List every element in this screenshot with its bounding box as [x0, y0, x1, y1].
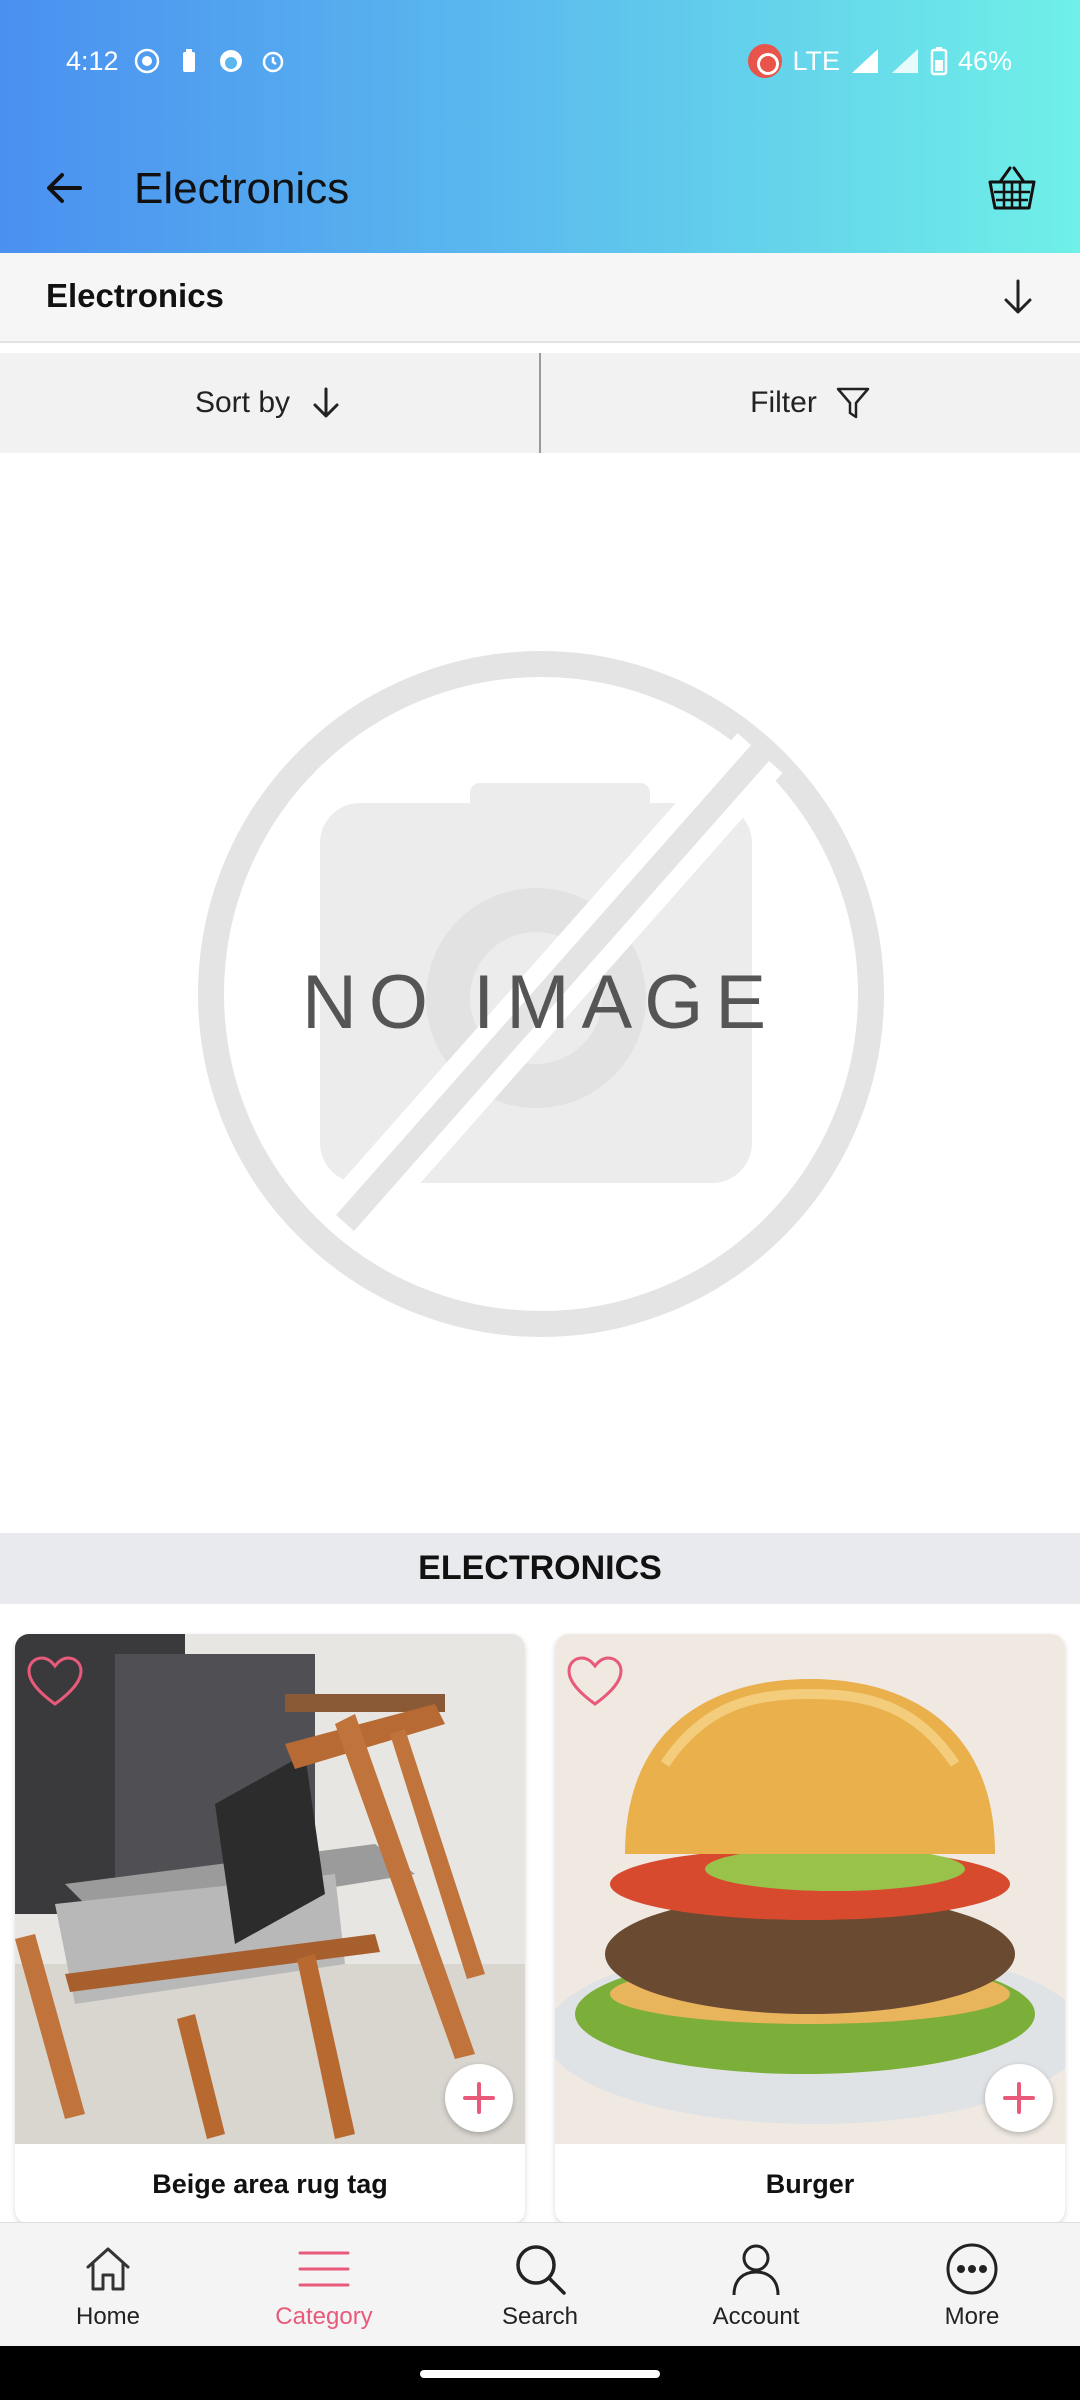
- add-to-cart-button[interactable]: [985, 2064, 1053, 2132]
- nav-item-more[interactable]: More: [864, 2223, 1080, 2346]
- category-banner: NO IMAGE: [0, 453, 1080, 1533]
- record-icon: [134, 48, 160, 74]
- nav-item-label: Home: [75, 2303, 141, 2330]
- category-dropdown[interactable]: Electronics: [0, 253, 1080, 343]
- battery-percent: 46%: [957, 45, 1012, 76]
- no-image-text: NO IMAGE: [302, 960, 778, 1045]
- filter-button[interactable]: Filter: [541, 353, 1080, 453]
- nav-item-label: Category: [275, 2303, 373, 2330]
- battery-icon: [930, 47, 948, 76]
- nav-item-account[interactable]: Account: [648, 2223, 864, 2346]
- signal-icon-2: [891, 49, 918, 73]
- status-time: 4:12: [66, 46, 119, 76]
- filter-label: Filter: [750, 386, 817, 419]
- arrow-down-icon: [313, 387, 339, 418]
- nav-item-label: More: [944, 2303, 1000, 2330]
- person-icon: [732, 2244, 780, 2296]
- sort-button[interactable]: Sort by: [0, 353, 539, 453]
- cart-button[interactable]: [980, 156, 1044, 220]
- app-header: 4:12 LTE 46% Electronics: [0, 0, 1080, 253]
- no-image-placeholder: NO IMAGE: [198, 651, 884, 1337]
- bottom-nav: Home Category Search Account More: [0, 2222, 1080, 2346]
- sort-filter-bar: Sort by Filter: [0, 353, 1080, 453]
- filter-icon: [836, 387, 870, 419]
- sort-label: Sort by: [194, 386, 291, 419]
- gesture-bar: [0, 2346, 1080, 2400]
- network-type: LTE: [792, 45, 840, 76]
- basket-icon: [988, 166, 1036, 210]
- home-gesture-handle[interactable]: [420, 2370, 660, 2378]
- product-image: [15, 1634, 525, 2144]
- alarm-icon: [260, 48, 286, 74]
- nav-item-label: Account: [712, 2303, 800, 2330]
- plus-icon: [1003, 2082, 1035, 2114]
- battery-saver-icon: [176, 48, 202, 74]
- status-right: LTE 46%: [748, 44, 1012, 78]
- nav-item-home[interactable]: Home: [0, 2223, 216, 2346]
- add-to-cart-button[interactable]: [445, 2064, 513, 2132]
- page-title: Electronics: [134, 164, 350, 213]
- screen-record-icon: [748, 44, 783, 78]
- category-dropdown-label: Electronics: [46, 277, 224, 314]
- heart-icon[interactable]: [25, 1654, 85, 1710]
- nav-item-search[interactable]: Search: [432, 2223, 648, 2346]
- nav-item-label: Search: [501, 2303, 579, 2330]
- signal-icon: [851, 49, 878, 73]
- product-name: Burger: [765, 2168, 855, 2199]
- product-card[interactable]: Beige area rug tag: [15, 1634, 525, 2224]
- plus-icon: [463, 2082, 495, 2114]
- heart-icon[interactable]: [565, 1654, 625, 1710]
- face-icon: [218, 48, 244, 74]
- menu-icon: [298, 2251, 350, 2287]
- arrow-down-icon: [1004, 279, 1032, 314]
- nav-item-category[interactable]: Category: [216, 2223, 432, 2346]
- product-name: Beige area rug tag: [152, 2168, 388, 2199]
- arrow-left-icon: [47, 173, 82, 203]
- product-card[interactable]: Burger: [555, 1634, 1065, 2224]
- search-icon: [516, 2245, 566, 2295]
- home-icon: [86, 2247, 130, 2291]
- more-icon: [946, 2243, 998, 2295]
- status-icons: [134, 48, 286, 74]
- status-bar: 4:12 LTE 46%: [0, 0, 1080, 128]
- product-image: [555, 1634, 1065, 2144]
- app-bar: Electronics: [0, 128, 1080, 253]
- section-title: ELECTRONICS: [0, 1533, 1080, 1604]
- back-button[interactable]: [32, 156, 96, 220]
